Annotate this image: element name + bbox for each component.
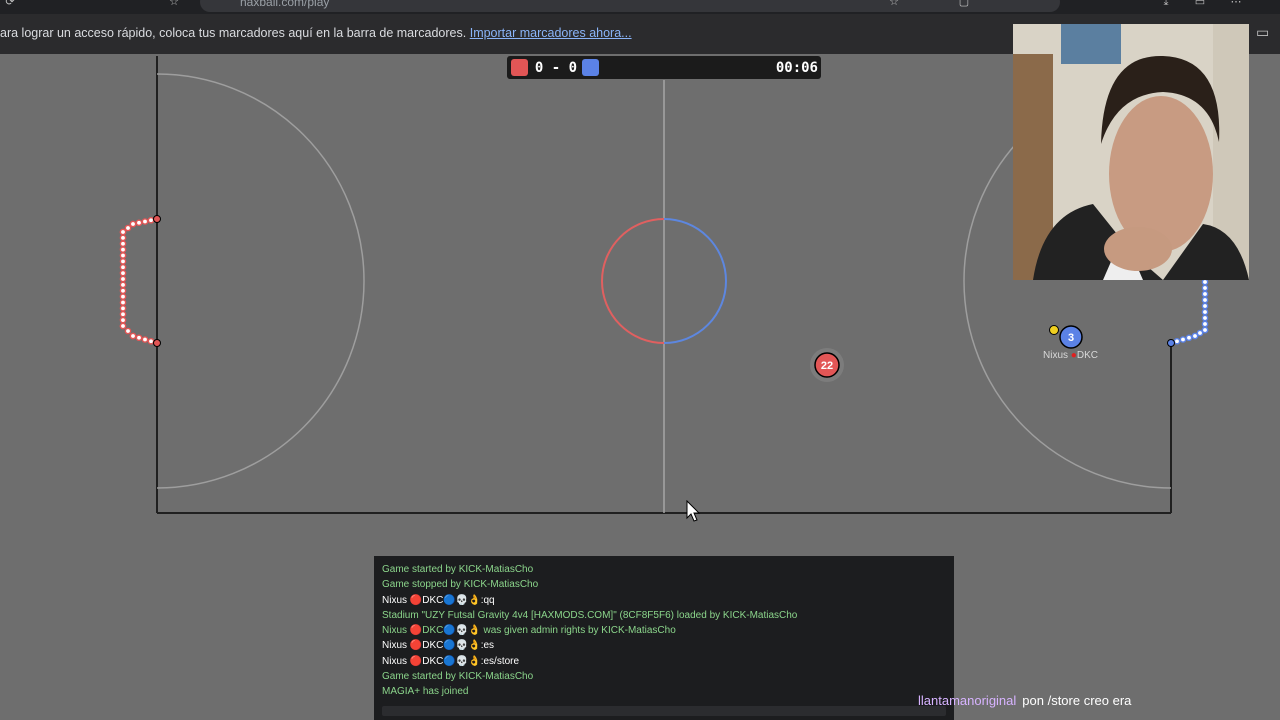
goal-net-dot: [129, 332, 137, 340]
goal-net-dot: [119, 316, 127, 324]
goal-net-dot: [119, 287, 127, 295]
goal-net-dot: [147, 337, 155, 345]
game-chat: Game started by KICK-MatiasCho Game stopp…: [374, 556, 954, 720]
goal-net-dot: [119, 246, 127, 253]
goal-post: [1167, 339, 1175, 347]
blue-team-icon: [582, 59, 599, 76]
red-team-icon: [511, 59, 528, 76]
goal-net-dot: [119, 263, 127, 271]
webcam-overlay: [1013, 24, 1249, 280]
goal-net-dot: [1173, 337, 1181, 345]
goal-net-dot: [119, 228, 127, 236]
goal-net-dot: [119, 322, 127, 330]
folder-icon[interactable]: ▭: [1256, 25, 1269, 39]
blue-player: 3: [1049, 325, 1083, 349]
blue-player-number: 3: [1068, 332, 1074, 344]
center-circle-red: [601, 218, 665, 344]
goal-net-dot: [1201, 296, 1209, 304]
goal-net-dot: [119, 310, 127, 318]
streamer-face-image: [1013, 24, 1249, 280]
goal-net-dot: [119, 281, 127, 289]
goal-net-dot: [141, 218, 149, 225]
goal-net-dot: [119, 252, 127, 259]
import-bookmarks-link[interactable]: Importar marcadores ahora...: [470, 26, 632, 40]
ball: [1049, 325, 1059, 335]
goal-net-dot: [124, 224, 132, 232]
window-icon[interactable]: ▭: [1194, 0, 1206, 8]
chat-message: Nixus 🔴DKC🔵💀👌:es/store: [382, 655, 520, 667]
goal-net-dot: [1201, 326, 1209, 334]
goal-net-dot: [135, 334, 143, 342]
goal-net-dot: [1201, 302, 1209, 310]
goal-net-dot: [1196, 329, 1204, 337]
goal-net-dot: [119, 293, 127, 300]
reload-icon[interactable]: ⟳: [4, 0, 16, 8]
chat-message: Nixus 🔴DKC🔵💀👌 was given admin rights by …: [382, 625, 676, 637]
goal-net-dot: [119, 258, 127, 265]
goal-net-dot: [135, 219, 143, 227]
goal-net-dot: [1201, 278, 1209, 286]
menu-icon[interactable]: ⋯: [1230, 0, 1242, 8]
goal-net-dot: [1185, 334, 1193, 342]
goal-net-dot: [1191, 332, 1199, 340]
stream-chat-text: pon /store creo era: [1022, 693, 1132, 708]
bookmark-icon[interactable]: ☆: [168, 0, 180, 8]
goal-net-dot: [119, 299, 127, 306]
chat-message: Nixus 🔴DKC🔵💀👌:qq: [382, 594, 495, 606]
score: 0 - 0: [534, 60, 578, 76]
goal-post: [153, 215, 161, 223]
goal-net-dot: [1201, 314, 1209, 322]
chat-message: Nixus 🔴DKC🔵💀👌:es: [382, 640, 495, 652]
red-player: 22: [810, 348, 844, 382]
goal-post: [153, 339, 161, 347]
left-penalty-arc: [156, 73, 365, 489]
goal-net-dot: [1201, 320, 1209, 328]
chat-input[interactable]: [382, 706, 946, 716]
match-timer: 00:06: [775, 60, 818, 76]
goal-net-dot: [129, 220, 137, 228]
chat-message: Game started by KICK-MatiasCho: [382, 564, 534, 575]
extensions-icon[interactable]: ▢: [958, 0, 970, 8]
stream-chat-message: llantamanoriginal pon /store creo era: [918, 693, 1131, 708]
goal-net-dot: [147, 216, 155, 224]
chat-message: MAGIA+ has joined: [382, 686, 469, 698]
goal-net-dot: [124, 327, 132, 335]
goal-net-dot: [119, 234, 127, 242]
goal-net-dot: [1179, 336, 1187, 343]
chat-message: Stadium "UZY Futsal Gravity 4v4 [HAXMODS…: [382, 609, 798, 621]
goal-net-dot: [1201, 284, 1209, 292]
bookmarks-hint: ara lograr un acceso rápido, coloca tus …: [0, 26, 632, 40]
goal-net-dot: [119, 269, 127, 277]
center-circle-blue: [663, 218, 727, 344]
goal-net-dot: [119, 275, 127, 283]
goal-net-dot: [141, 336, 149, 343]
red-player-number: 22: [821, 360, 833, 372]
downloads-icon[interactable]: ⤓: [1160, 0, 1172, 8]
chat-message: Game stopped by KICK-MatiasCho: [382, 579, 539, 591]
browser-toolbar: haxball.com/play ⟳ ☆ ☆ ▢ ⤓ ▭ ⋯: [0, 0, 1280, 14]
chat-log: Game started by KICK-MatiasCho Game stopp…: [382, 562, 952, 700]
goal-net-dot: [1201, 308, 1209, 316]
goal-net-dot: [1201, 290, 1209, 298]
stream-chat-user: llantamanoriginal: [918, 693, 1017, 708]
blue-player-name: Nixus ●DKC: [1043, 350, 1098, 361]
chat-message: Game started by KICK-MatiasCho: [382, 671, 534, 683]
goal-net-dot: [119, 305, 127, 312]
goal-net-dot: [119, 240, 127, 248]
red-goal: [119, 215, 161, 347]
star-icon[interactable]: ☆: [888, 0, 900, 8]
address-bar-url[interactable]: haxball.com/play: [240, 0, 329, 9]
mouse-cursor-icon: [686, 500, 701, 522]
